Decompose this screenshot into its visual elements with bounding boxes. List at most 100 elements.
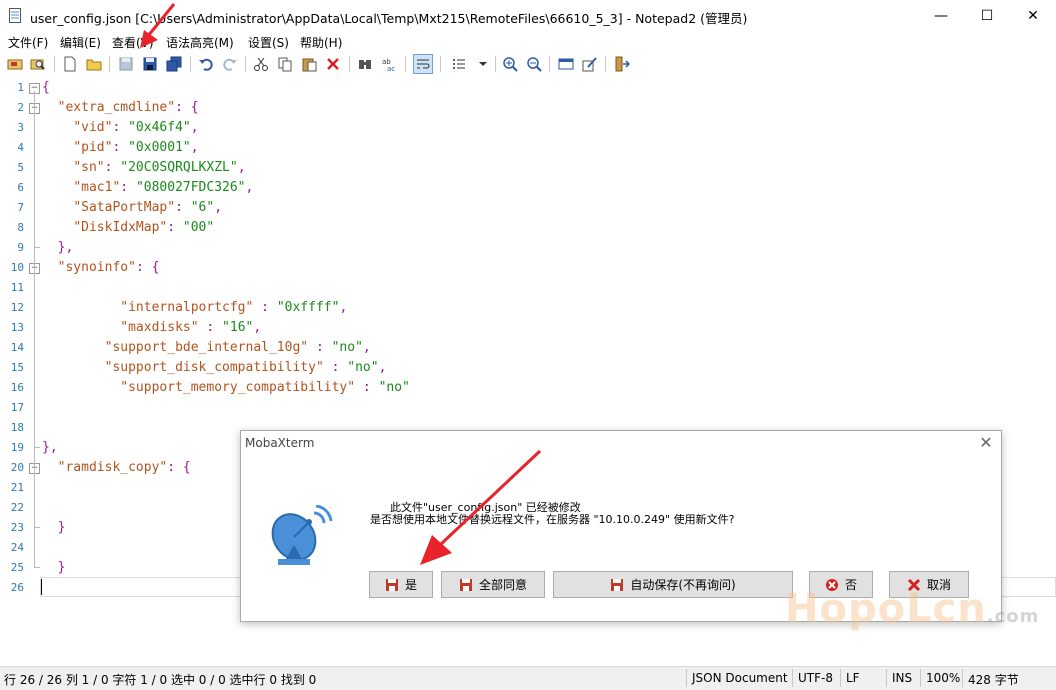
status-size: 428 字节 (968, 673, 1019, 687)
line-number-gutter: 1 2 3 4 5 6 7 8 9 10 11 12 13 14 15 16 17 18 19 20 21 22 23 24 2… (0, 77, 28, 666)
copy-icon[interactable] (275, 54, 295, 74)
line-number: 2 (17, 101, 24, 114)
toolbar: ab ac (0, 51, 1056, 78)
save-icon[interactable] (116, 54, 136, 74)
line-number: 8 (17, 221, 24, 234)
toolbar-separator (549, 56, 550, 72)
cut-icon[interactable] (251, 54, 271, 74)
status-separator (886, 669, 887, 687)
code-line: "support_disk_compatibility" : "no", (104, 360, 387, 375)
text-caret (41, 579, 42, 595)
open-file-icon[interactable] (84, 54, 104, 74)
scheme-icon[interactable] (556, 54, 576, 74)
line-number: 11 (10, 281, 24, 294)
maximize-icon: ☐ (980, 7, 994, 24)
yes-button[interactable]: 是 (369, 571, 433, 598)
find-file-icon[interactable] (28, 54, 48, 74)
toolbar-separator (190, 56, 191, 72)
line-number: 25 (10, 561, 24, 574)
status-bar: 行 26 / 26 列 1 / 0 字符 1 / 0 选中 0 / 0 选中行 … (0, 666, 1056, 690)
paste-icon[interactable] (299, 54, 319, 74)
toolbar-separator (54, 56, 55, 72)
accept-all-label: 全部同意 (478, 578, 527, 592)
settings-icon[interactable] (580, 54, 600, 74)
code-line: }, (42, 440, 58, 455)
maximize-button[interactable]: ☐ (964, 0, 1010, 31)
code-line: "pid": "0x0001", (73, 140, 199, 155)
code-line: "maxdisks" : "16", (120, 320, 262, 335)
code-line: "sn": "20C0SQRQLKXZL", (73, 160, 246, 175)
menu-settings[interactable]: 设置(S) (248, 34, 289, 51)
dropdown-icon[interactable] (473, 54, 493, 74)
zoom-out-icon[interactable] (524, 54, 544, 74)
line-number: 14 (10, 341, 24, 354)
code-line: "extra_cmdline": { (57, 100, 199, 115)
code-line: "mac1": "080027FDC326", (73, 180, 254, 195)
auto-save-label: 自动保存(不再询问) (630, 578, 736, 592)
line-number: 4 (17, 141, 24, 154)
line-number: 13 (10, 321, 24, 334)
find-icon[interactable] (355, 54, 375, 74)
zoom-in-icon[interactable] (500, 54, 520, 74)
status-doctype[interactable]: JSON Document (692, 671, 788, 685)
line-number: 15 (10, 361, 24, 374)
satellite-dish-icon (271, 505, 333, 565)
code-line: "ramdisk_copy": { (57, 460, 191, 475)
svg-text:ac: ac (387, 65, 395, 72)
annotation-arrow-toolbar (140, 3, 176, 48)
line-number: 17 (10, 401, 24, 414)
toolbar-separator (440, 56, 441, 72)
redo-icon[interactable] (220, 54, 240, 74)
line-number: 10 (10, 261, 24, 274)
line-number: 24 (10, 541, 24, 554)
line-number: 6 (17, 181, 24, 194)
replace-icon[interactable]: ab ac (379, 54, 399, 74)
auto-save-button[interactable]: 自动保存(不再询问) (553, 571, 793, 598)
line-number: 9 (17, 241, 24, 254)
code-line: "SataPortMap": "6", (73, 200, 223, 215)
accept-all-button[interactable]: 全部同意 (441, 571, 545, 598)
open-browser-icon[interactable] (5, 54, 25, 74)
close-icon: ✕ (1027, 7, 1039, 24)
status-separator (920, 669, 921, 687)
line-number: 12 (10, 301, 24, 314)
minimize-button[interactable]: — (918, 0, 964, 31)
line-number: 3 (17, 121, 24, 134)
code-line: }, (57, 240, 74, 255)
watermark-logo: HopoLcn.com (785, 586, 1040, 632)
status-zoom: 100% (926, 671, 961, 685)
dialog-close-icon[interactable]: ✕ (977, 433, 995, 452)
status-separator (840, 669, 841, 687)
menu-file[interactable]: 文件(F) (8, 34, 48, 51)
delete-icon[interactable] (323, 54, 343, 74)
code-line: } (57, 520, 66, 535)
minimize-icon: — (934, 7, 948, 24)
save-as-icon[interactable] (140, 54, 160, 74)
line-number: 26 (10, 581, 24, 594)
fold-guide (34, 91, 35, 567)
status-eol[interactable]: LF (846, 671, 860, 685)
status-encoding[interactable]: UTF-8 (798, 671, 833, 685)
status-position: 行 26 / 26 列 1 / 0 字符 1 / 0 选中 0 / 0 选中行 … (4, 673, 317, 687)
line-number: 18 (10, 421, 24, 434)
save-all-icon (459, 578, 472, 591)
format-icon[interactable] (449, 54, 469, 74)
code-line: "support_memory_compatibility" : "no" (120, 380, 410, 395)
undo-icon[interactable] (196, 54, 216, 74)
close-button[interactable]: ✕ (1010, 0, 1056, 31)
new-file-icon[interactable] (60, 54, 80, 74)
menu-edit[interactable]: 编辑(E) (60, 34, 101, 51)
menu-help[interactable]: 帮助(H) (300, 34, 342, 51)
code-line: "internalportcfg" : "0xffff", (120, 300, 348, 315)
toolbar-separator (405, 56, 406, 72)
exit-icon[interactable] (612, 54, 632, 74)
line-number: 20 (10, 461, 24, 474)
word-wrap-icon[interactable] (413, 54, 433, 74)
line-number: 1 (17, 81, 24, 94)
status-separator (962, 669, 963, 687)
toolbar-separator (349, 56, 350, 72)
save-icon (385, 578, 398, 591)
save-all-icon[interactable] (164, 54, 184, 74)
dialog-title: MobaXterm (245, 436, 315, 450)
line-number: 22 (10, 501, 24, 514)
